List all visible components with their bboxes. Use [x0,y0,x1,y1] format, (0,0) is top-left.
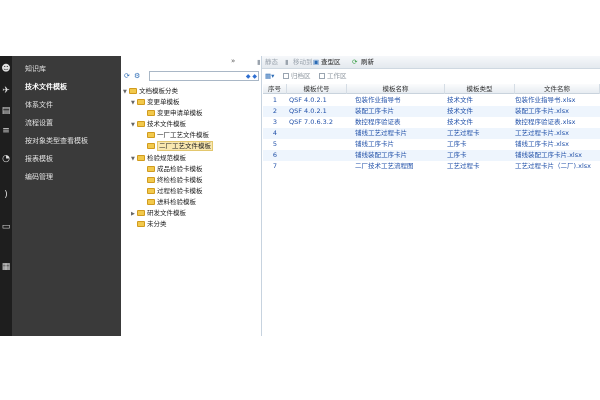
nav-item-system-files[interactable]: 体系文件 [25,98,53,112]
folder-icon [147,110,155,116]
table-row[interactable]: 6 铺线装配工序卡片 工序卡 铺线装配工序卡片.xlsx [263,150,600,161]
filter-tree-icon[interactable]: ⚙ [134,70,140,82]
nav-item-templates-by-object[interactable]: 按对象类型查看模板 [25,134,88,148]
refresh-tree-icon[interactable]: ⟳ [124,70,130,82]
tree-toolbar: ⟳ ⚙ ◆ ◆ [121,70,262,82]
folder-icon [137,121,145,127]
table-row[interactable]: 4 铺线工艺过程卡片 工艺过程卡 工艺过程卡片.xlsx [263,128,600,139]
folder-icon [137,99,145,105]
tree-node[interactable]: 一厂工艺文件模板 [141,130,209,141]
archive-toggle[interactable]: 归档区 [283,70,311,82]
delete-button[interactable]: 静态 [265,56,278,69]
folder-icon [147,132,155,138]
column-header-type[interactable]: 模板类型 [445,84,515,94]
tree-node[interactable]: ▼ 变更单模板 [131,97,180,108]
tree-node[interactable]: ▶ 研发文件模板 [131,208,186,219]
table-row[interactable]: 2 QSF 4.0.2.1 装配工序卡片 技术文件 装配工序卡片.xlsx [263,106,600,117]
refresh-icon[interactable]: ⟳ [352,56,357,69]
list-toolbar: ▮ 静态 ▮ 移动到 ▣ 查型区 ⟳ 刷新 [257,56,600,69]
nav-item-flow-settings[interactable]: 流程设置 [25,116,53,130]
template-list-panel: ▮ 静态 ▮ 移动到 ▣ 查型区 ⟳ 刷新 ▦▾ 归档区 工作区 序号 模板代号… [257,56,600,336]
search-nav-icons[interactable]: ◆ ◆ [246,72,257,81]
grid-menu-icon[interactable]: ▦▾ [265,70,274,82]
nav-item-tech-file-templates[interactable]: 技术文件模板 [25,80,67,94]
nav-item-code-management[interactable]: 编码管理 [25,170,53,184]
view-area-button[interactable]: 查型区 [321,56,341,69]
table-row[interactable]: 3 QSF 7.0.6.3.2 数控程序验证表 技术文件 数控程序验证表.xls… [263,117,600,128]
tree-node[interactable]: 终检检验卡模板 [141,175,203,186]
category-tree-panel: » ⟳ ⚙ ◆ ◆ ▼ 文档模板分类 ▼ 变更单模板 变更申请单模板 ▼ 技术文件模板… [121,56,262,336]
list-filter-bar: ▦▾ 归档区 工作区 [263,70,600,82]
chart-icon[interactable]: ◔ [0,152,12,166]
folder-icon [129,88,137,94]
column-header-index[interactable]: 序号 [263,84,287,94]
nav-item-report-templates[interactable]: 报表模板 [25,152,53,166]
window-icon[interactable]: ▭ [0,220,12,234]
work-toggle[interactable]: 工作区 [319,70,347,82]
ribbon-icon[interactable]: ✈ [0,84,12,98]
list-icon[interactable]: ▦ [0,260,12,274]
tree-node-selected[interactable]: 二厂工艺文件模板 [141,141,213,152]
column-header-file[interactable]: 文件名称 [515,84,600,94]
table-header: 序号 模板代号 模板名称 模板类型 文件名称 [263,84,600,94]
move-icon[interactable]: ▮ [285,56,289,69]
book-icon[interactable]: ▤ [0,104,12,118]
icon-sidebar: ☻ ✈ ▤ ≡ ◔ ) ▭ ▦ [0,56,12,336]
archive-checkbox[interactable] [283,73,289,79]
tree-node[interactable]: 过程检验卡模板 [141,186,203,197]
folder-icon [137,155,145,161]
folder-icon [147,166,155,172]
layers-icon[interactable]: ≡ [0,124,12,138]
folder-icon [147,199,155,205]
tree-node[interactable]: 成品检验卡模板 [141,164,203,175]
refresh-button[interactable]: 刷新 [361,56,374,69]
column-header-code[interactable]: 模板代号 [287,84,347,94]
module-nav: 知识库 技术文件模板 体系文件 流程设置 按对象类型查看模板 报表模板 编码管理 [12,56,121,336]
collapse-icon[interactable]: » [231,57,235,65]
folder-icon [147,177,155,183]
tree-node[interactable]: 进料检验模板 [141,197,196,208]
tree-node[interactable]: ▼ 检验规范模板 [131,153,186,164]
tree-search-input[interactable]: ◆ ◆ [149,71,259,81]
folder-icon [137,221,145,227]
user-icon[interactable]: ☻ [0,62,12,76]
table-row[interactable]: 7 二厂技术工艺流程图 工艺过程卡 工艺过程卡片（二厂).xlsx [263,161,600,172]
move-button[interactable]: 移动到 [293,56,313,69]
table-row[interactable]: 5 铺线工序卡片 工序卡 铺线工序卡片.xlsx [263,139,600,150]
nav-item-knowledge-base[interactable]: 知识库 [25,62,46,76]
tree-node[interactable]: 未分类 [131,219,167,230]
tree-node[interactable]: ▼ 技术文件模板 [131,119,186,130]
view-icon[interactable]: ▣ [313,56,319,69]
tree-node[interactable]: 变更申请单模板 [141,108,203,119]
app-window: ☻ ✈ ▤ ≡ ◔ ) ▭ ▦ 知识库 技术文件模板 体系文件 流程设置 按对象… [0,0,600,400]
column-header-name[interactable]: 模板名称 [347,84,445,94]
wifi-icon[interactable]: ) [0,188,12,202]
folder-icon [137,210,145,216]
folder-icon [147,143,155,149]
table-row[interactable]: 1 QSF 4.0.2.1 包装作业指导书 技术文件 包装作业指导书.xlsx [263,95,600,106]
delete-icon[interactable]: ▮ [257,56,261,69]
folder-icon [147,188,155,194]
work-checkbox[interactable] [319,73,325,79]
tree-root[interactable]: ▼ 文档模板分类 [123,86,178,97]
